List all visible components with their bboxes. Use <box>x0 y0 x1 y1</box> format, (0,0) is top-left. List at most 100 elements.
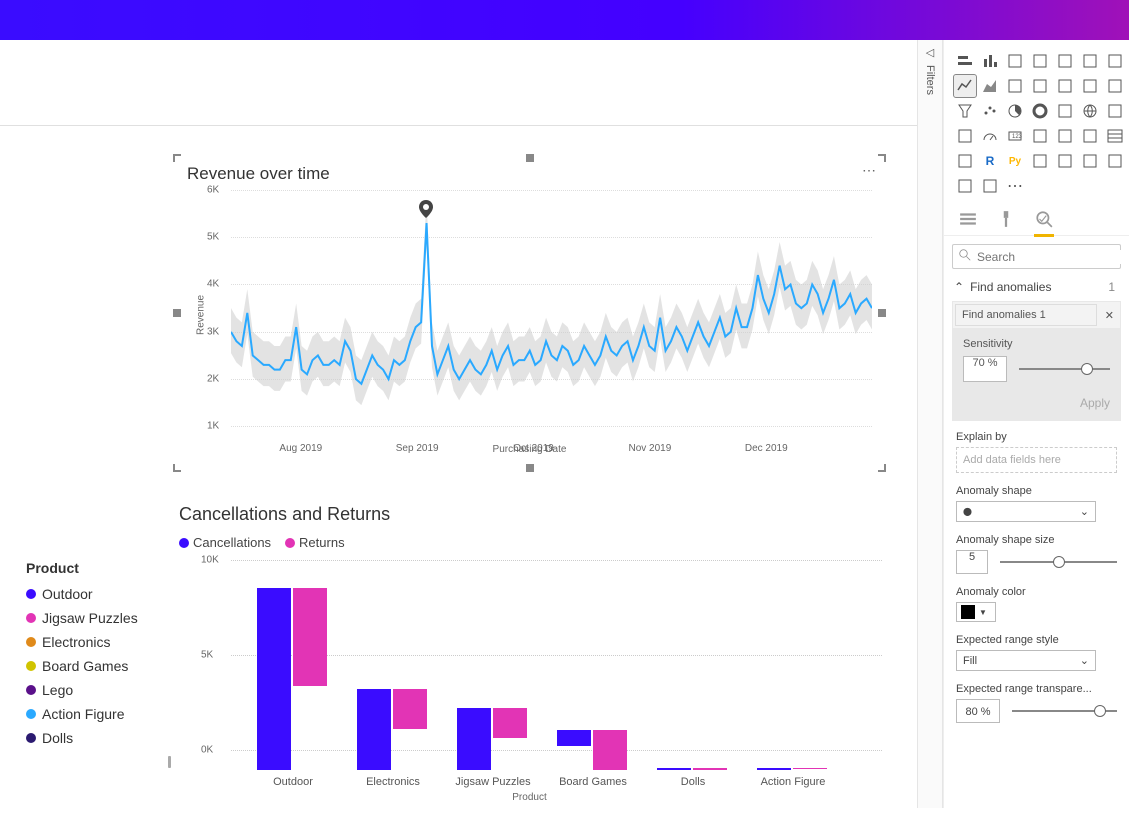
viz-pie[interactable] <box>1004 100 1026 122</box>
viz-gauge[interactable] <box>979 125 1001 147</box>
bar[interactable] <box>657 768 691 770</box>
viz-funnel[interactable] <box>954 100 976 122</box>
expected-transparency-slider[interactable] <box>1012 710 1117 712</box>
expected-transparency-input[interactable]: 80 % <box>956 699 1000 723</box>
x-tick: Outdoor <box>243 776 343 788</box>
sel-corner[interactable] <box>173 464 181 472</box>
sensitivity-slider[interactable] <box>1019 368 1110 370</box>
viz-decomp[interactable] <box>1054 150 1076 172</box>
bar[interactable] <box>693 768 727 770</box>
viz-arcgis[interactable] <box>979 175 1001 197</box>
viz-stacked-bar-v[interactable] <box>1004 50 1026 72</box>
bar[interactable] <box>257 588 291 770</box>
bar[interactable] <box>757 768 791 770</box>
viz-more[interactable]: ⋯ <box>1004 175 1026 197</box>
slicer-item[interactable]: Action Figure <box>26 702 138 726</box>
bar[interactable] <box>493 708 527 738</box>
sel-mid[interactable] <box>878 309 886 317</box>
tab-fields[interactable] <box>958 209 978 229</box>
legend-item[interactable]: Cancellations <box>179 535 271 550</box>
anomaly-color-picker[interactable]: ▼ <box>956 602 996 622</box>
viz-key-influencers[interactable] <box>1029 150 1051 172</box>
viz-stacked-bar-h2[interactable] <box>1079 50 1101 72</box>
explain-by-well[interactable]: Add data fields here <box>956 447 1117 473</box>
viz-narrative[interactable] <box>1104 150 1126 172</box>
viz-multi-card[interactable] <box>1029 125 1051 147</box>
bar[interactable] <box>557 730 591 746</box>
tab-format[interactable] <box>996 209 1016 229</box>
color-dot <box>179 538 189 548</box>
search-box[interactable] <box>952 244 1121 269</box>
viz-py[interactable]: Py <box>1004 150 1026 172</box>
viz-ribbon[interactable] <box>1079 75 1101 97</box>
slicer-item[interactable]: Jigsaw Puzzles <box>26 606 138 630</box>
anomaly-marker[interactable] <box>419 200 433 221</box>
viz-stacked-100-v[interactable] <box>1029 50 1051 72</box>
viz-qna[interactable] <box>1079 150 1101 172</box>
tab-analytics[interactable] <box>1034 209 1054 229</box>
viz-scatter[interactable] <box>979 100 1001 122</box>
slicer-item[interactable]: Board Games <box>26 654 138 678</box>
viz-line[interactable] <box>954 75 976 97</box>
product-slicer[interactable]: Product OutdoorJigsaw PuzzlesElectronics… <box>26 560 138 750</box>
viz-table[interactable] <box>1104 125 1126 147</box>
viz-r[interactable]: R <box>979 150 1001 172</box>
anomaly-shape-select[interactable]: ⬤⌄ <box>956 501 1096 522</box>
scroll-grabber[interactable] <box>168 756 171 768</box>
viz-stacked-100-h[interactable] <box>1104 50 1126 72</box>
viz-waterfall[interactable] <box>1104 75 1126 97</box>
anomaly-size-input[interactable]: 5 <box>956 550 988 574</box>
viz-line-bar2[interactable] <box>1054 75 1076 97</box>
expand-icon[interactable]: ◁ <box>926 46 934 59</box>
viz-stacked-area[interactable] <box>1004 75 1026 97</box>
sel-mid[interactable] <box>526 464 534 472</box>
chart-cancellations-returns[interactable]: Cancellations and Returns CancellationsR… <box>177 500 882 820</box>
viz-donut[interactable] <box>1029 100 1051 122</box>
slicer-item[interactable]: Lego <box>26 678 138 702</box>
viz-filled-map[interactable] <box>1104 100 1126 122</box>
legend-item[interactable]: Returns <box>285 535 345 550</box>
filters-pane-collapsed[interactable]: ◁ Filters <box>917 40 943 808</box>
sel-corner[interactable] <box>878 464 886 472</box>
bar[interactable] <box>593 730 627 770</box>
report-canvas[interactable]: Revenue over time ⋯ Revenue 1K2K3K4K5K6K… <box>0 40 917 808</box>
sel-corner[interactable] <box>173 154 181 162</box>
canvas-top-rule <box>0 125 917 126</box>
viz-map[interactable] <box>1079 100 1101 122</box>
apply-button[interactable]: Apply <box>963 396 1110 410</box>
viz-paginated[interactable] <box>954 175 976 197</box>
viz-line-bar[interactable] <box>1029 75 1051 97</box>
viz-matrix[interactable] <box>954 150 976 172</box>
close-icon[interactable]: ✕ <box>1099 309 1120 322</box>
bar[interactable] <box>293 588 327 686</box>
viz-area[interactable] <box>979 75 1001 97</box>
sel-mid[interactable] <box>526 154 534 162</box>
slicer-item[interactable]: Outdoor <box>26 582 138 606</box>
viz-treemap[interactable] <box>1054 100 1076 122</box>
viz-card[interactable]: 123 <box>1004 125 1026 147</box>
svg-text:123: 123 <box>1012 134 1023 140</box>
bar[interactable] <box>457 708 491 770</box>
viz-clustered-bar-v[interactable] <box>979 50 1001 72</box>
viz-azure-map[interactable] <box>954 125 976 147</box>
slicer-item[interactable]: Electronics <box>26 630 138 654</box>
more-icon[interactable]: ⋯ <box>862 162 876 179</box>
viz-slicer[interactable] <box>1079 125 1101 147</box>
sel-corner[interactable] <box>878 154 886 162</box>
bar[interactable] <box>393 689 427 729</box>
bar[interactable] <box>793 768 827 769</box>
chart-revenue-over-time[interactable]: Revenue over time ⋯ Revenue 1K2K3K4K5K6K… <box>177 158 882 468</box>
anomaly-size-slider[interactable] <box>1000 561 1117 563</box>
bar[interactable] <box>357 689 391 770</box>
viz-kpi[interactable] <box>1054 125 1076 147</box>
bar-plot: 0K5K10K OutdoorElectronicsJigsaw Puzzles… <box>207 560 882 770</box>
section-find-anomalies[interactable]: ⌃ Find anomalies 1 <box>944 277 1129 297</box>
viz-stacked-bar-h[interactable] <box>954 50 976 72</box>
sensitivity-input[interactable]: 70 % <box>963 356 1007 382</box>
expected-style-select[interactable]: Fill⌄ <box>956 650 1096 671</box>
card-name[interactable]: Find anomalies 1 <box>955 304 1097 326</box>
sel-mid[interactable] <box>173 309 181 317</box>
viz-clustered-bar-h[interactable] <box>1054 50 1076 72</box>
search-input[interactable] <box>977 250 1129 264</box>
slicer-item[interactable]: Dolls <box>26 726 138 750</box>
